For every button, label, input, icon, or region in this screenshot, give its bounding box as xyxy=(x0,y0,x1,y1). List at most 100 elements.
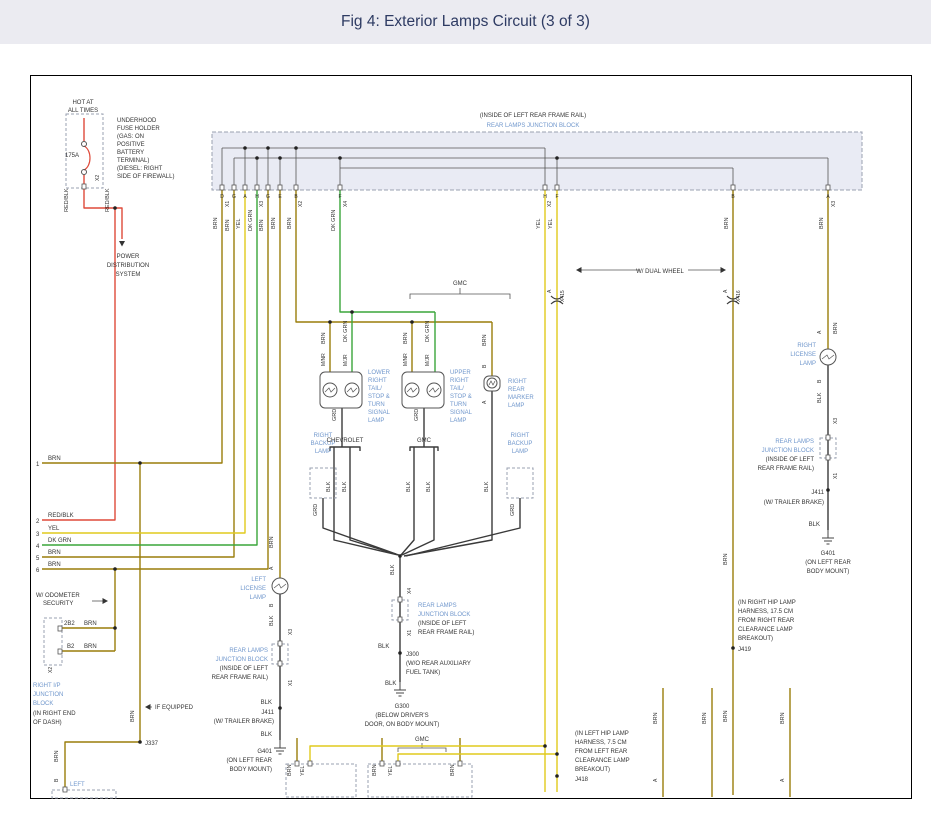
label-x2-3: X2 xyxy=(95,175,101,181)
junction-dot-11 xyxy=(731,646,735,650)
label-grd-66: GRD xyxy=(332,409,338,421)
label-dk-grn-123: DK GRN xyxy=(48,538,71,544)
label-j419-190: J419 xyxy=(738,647,752,653)
junction-dot-14 xyxy=(555,752,559,756)
label-rear-82: REAR xyxy=(508,387,525,393)
label-brn-192: BRN xyxy=(723,710,729,722)
label-lamp-77: LAMP xyxy=(450,418,466,424)
label-rear-lamps-154: REAR LAMPS xyxy=(229,648,268,654)
label-m-nr-57: M/NR xyxy=(321,353,327,366)
label-grd-99: GRD xyxy=(313,504,319,516)
label-brn-204: BRN xyxy=(450,764,456,776)
label-rear-frame-rail-106: REAR FRAME RAIL) xyxy=(418,630,474,636)
label-x2-33: X2 xyxy=(298,201,304,207)
label-blk-162: BLK xyxy=(261,732,272,738)
connector-pin-12 xyxy=(82,184,86,189)
label-g300-113: G300 xyxy=(395,704,410,710)
junction-dot-22 xyxy=(555,156,559,160)
label-inside-of-left-rear-frame-rail-17: (INSIDE OF LEFT REAR FRAME RAIL) xyxy=(480,113,586,119)
label-j418-198: J418 xyxy=(575,777,589,783)
label-license-169: LICENSE xyxy=(790,352,816,358)
label-rear-lamps-103: REAR LAMPS xyxy=(418,603,457,609)
label-on-left-rear-183: (ON LEFT REAR xyxy=(805,560,851,566)
label-gas-on-6: (GAS: ON xyxy=(117,134,144,140)
junction-dot-13 xyxy=(543,744,547,748)
label-red-blk-119: RED/BLK xyxy=(48,513,74,519)
label-gmc-54: GMC xyxy=(453,281,468,287)
label-dk-grn-56: DK GRN xyxy=(343,321,349,342)
label-upper-71: UPPER xyxy=(450,370,471,376)
label-blk-98: BLK xyxy=(484,481,490,492)
label-signal-76: SIGNAL xyxy=(450,410,473,416)
connector-pin-23 xyxy=(380,761,384,766)
junction-dot-3 xyxy=(138,461,142,465)
label-left-145: LEFT xyxy=(70,782,85,788)
label-in-right-hip-lamp-185: (IN RIGHT HIP LAMP xyxy=(738,600,796,606)
junction-dot-15 xyxy=(398,554,402,558)
label-grd-100: GRD xyxy=(510,504,516,516)
junction-dot-5 xyxy=(328,320,332,324)
label-inside-of-left-156: (INSIDE OF LEFT xyxy=(220,666,269,672)
label-lamp-150: LAMP xyxy=(250,595,266,601)
label-body-mount-165: BODY MOUNT) xyxy=(229,767,272,773)
junction-dot-9 xyxy=(278,706,282,710)
connector-pin-24 xyxy=(396,761,400,766)
label-rear-lamps-174: REAR LAMPS xyxy=(775,439,814,445)
junction-dot-16 xyxy=(243,146,247,150)
label-security-129: SECURITY xyxy=(43,601,73,607)
label-brn-67: BRN xyxy=(403,332,409,344)
label-brn-133: BRN xyxy=(84,644,97,650)
label-turn-75: TURN xyxy=(450,402,467,408)
label-w-odometer-128: W/ ODOMETER xyxy=(36,593,80,599)
label-system-16: SYSTEM xyxy=(116,272,141,278)
label-blk-101: BLK xyxy=(390,564,396,575)
label-g401-182: G401 xyxy=(821,551,836,557)
label-right-60: RIGHT xyxy=(368,378,387,384)
junction-dot-19 xyxy=(255,156,259,160)
connector-pin-18 xyxy=(826,455,830,460)
label-junction-block-104: JUNCTION BLOCK xyxy=(418,612,470,618)
connector-pin-15 xyxy=(278,641,282,646)
junction-dot-2 xyxy=(113,626,117,630)
label-left-148: LEFT xyxy=(251,577,266,583)
label-inside-of-left-105: (INSIDE OF LEFT xyxy=(418,621,467,627)
label-yel-46: YEL xyxy=(548,219,554,229)
label-x2-35: X2 xyxy=(547,201,553,207)
label-w-o-rear-auxiliary-110: (W/O REAR AUXILIARY xyxy=(406,661,471,667)
label-right-81: RIGHT xyxy=(508,379,527,385)
junction-dot-18 xyxy=(294,146,298,150)
label-breakout-197: BREAKOUT) xyxy=(575,767,610,773)
label-brn-131: BRN xyxy=(84,621,97,627)
label-brn-207: BRN xyxy=(780,712,786,724)
label-in-left-hip-lamp-193: (IN LEFT HIP LAMP xyxy=(575,731,629,737)
label-yel-121: YEL xyxy=(48,526,60,532)
label-brn-191: BRN xyxy=(723,553,729,565)
connector-pin-4 xyxy=(266,185,270,190)
label-brn-206: BRN xyxy=(702,712,708,724)
label-brn-38: BRN xyxy=(225,219,231,231)
label-brn-143: BRN xyxy=(54,750,60,762)
junction-dot-8 xyxy=(398,651,402,655)
label-underhood-4: UNDERHOOD xyxy=(117,118,157,124)
label-brn-43: BRN xyxy=(287,217,293,229)
label-in-right-end-138: (IN RIGHT END xyxy=(33,711,76,717)
label-right-168: RIGHT xyxy=(797,343,816,349)
label-dk-grn-40: DK GRN xyxy=(248,210,254,231)
label-x3-36: X3 xyxy=(831,201,837,207)
label-dk-grn-44: DK GRN xyxy=(331,210,337,231)
rear-lamps-junction-block-box-0 xyxy=(212,132,862,190)
label-body-mount-184: BODY MOUNT) xyxy=(807,569,850,575)
connector-pin-9 xyxy=(555,185,559,190)
label-brn-141: BRN xyxy=(130,710,136,722)
label-2b2-130: 2B2 xyxy=(64,621,75,627)
label-brn-200: BRN xyxy=(287,764,293,776)
junction-dot-0 xyxy=(113,206,117,210)
label-x1-31: X1 xyxy=(225,201,231,207)
label-tail-61: TAIL/ xyxy=(368,386,382,392)
label-m-nr-69: M/NR xyxy=(403,353,409,366)
label-fuel-tank-111: FUEL TANK) xyxy=(406,670,440,676)
junction-dot-10 xyxy=(826,488,830,492)
label-x1-107: X1 xyxy=(407,630,413,636)
label-x4-34: X4 xyxy=(343,201,349,207)
connector-pin-16 xyxy=(278,661,282,666)
